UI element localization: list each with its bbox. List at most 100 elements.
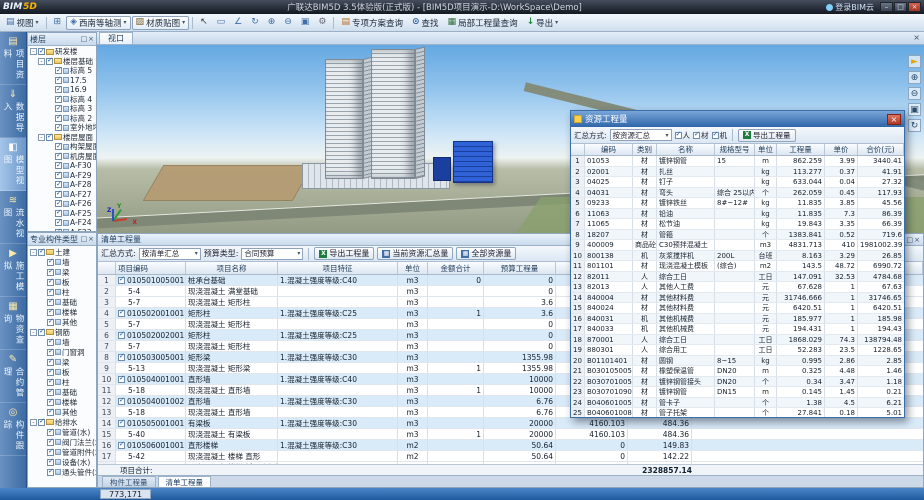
- zoomout-button[interactable]: ⊖: [280, 16, 296, 30]
- column-header[interactable]: 编码: [585, 144, 633, 155]
- checkbox[interactable]: ✓: [47, 349, 54, 356]
- checkbox[interactable]: ✓: [55, 143, 62, 150]
- tree-item[interactable]: ✓17.5: [28, 76, 96, 86]
- checkbox[interactable]: ✓: [38, 48, 45, 55]
- checkbox[interactable]: ✓: [118, 442, 125, 449]
- tree-item[interactable]: ✓楼梯: [28, 397, 96, 407]
- checkbox[interactable]: ✓: [118, 354, 125, 361]
- expander-icon[interactable]: -: [38, 58, 45, 65]
- resource-row[interactable]: 17840033机其他机械费元194.4311194.43: [571, 324, 904, 335]
- orbit-button[interactable]: ↻: [247, 16, 263, 30]
- close-button[interactable]: ×: [887, 114, 901, 125]
- checkbox[interactable]: ✓: [118, 310, 125, 317]
- checkbox[interactable]: ✓: [55, 77, 62, 84]
- viewport-close-icon[interactable]: ×: [913, 32, 920, 44]
- column-header[interactable]: 单价: [825, 144, 858, 155]
- bottom-tab[interactable]: 构件工程量: [102, 476, 156, 487]
- checkbox[interactable]: ✓: [55, 191, 62, 198]
- tree-item[interactable]: ✓基础: [28, 387, 96, 397]
- tree-item[interactable]: ✓A-F27: [28, 190, 96, 200]
- checkbox[interactable]: ✓: [55, 124, 62, 131]
- checkbox[interactable]: ✓: [55, 229, 62, 231]
- sidebar-tab-target[interactable]: ◎构件跟踪: [0, 403, 26, 456]
- resource-row[interactable]: 1282011人综合工日工日147.09132.534784.68: [571, 272, 904, 283]
- checkbox[interactable]: ✓: [118, 420, 125, 427]
- export-button[interactable]: ↓导出▾: [523, 16, 563, 30]
- resource-row[interactable]: 404031材弯头综合 25以内个262.0590.45117.93: [571, 188, 904, 199]
- checkbox[interactable]: ✓: [55, 115, 62, 122]
- sidebar-tab-boxes[interactable]: ▦物资查询: [0, 297, 26, 350]
- column-header[interactable]: 项目特征: [278, 262, 398, 274]
- resource-row[interactable]: 711065材松节油kg19.8433.3566.39: [571, 219, 904, 230]
- minimize-button[interactable]: –: [880, 2, 893, 12]
- tree-item[interactable]: ✓柱: [28, 377, 96, 387]
- column-header[interactable]: 规格型号: [715, 144, 755, 155]
- checkbox[interactable]: ✓: [118, 398, 125, 405]
- zoomout-icon[interactable]: ⊖: [908, 87, 921, 100]
- checkbox[interactable]: ✓: [47, 279, 54, 286]
- close-icon[interactable]: [914, 236, 920, 244]
- filter-checkbox[interactable]: ✓材: [693, 130, 709, 141]
- column-header[interactable]: 合价(元): [858, 144, 904, 155]
- checkbox[interactable]: ✓: [47, 299, 54, 306]
- resource-row[interactable]: 24B040601005材管卡子个1.384.56.21: [571, 398, 904, 409]
- tree-item[interactable]: ✓A-F28: [28, 180, 96, 190]
- pin-icon[interactable]: [81, 35, 88, 43]
- tree-item[interactable]: ✓机房屋面: [28, 152, 96, 162]
- checkbox[interactable]: ✓: [55, 67, 62, 74]
- resource-summary-select[interactable]: 按资源汇总▾: [610, 129, 672, 141]
- tree-item[interactable]: ✓梁: [28, 267, 96, 277]
- column-header[interactable]: 名称: [657, 144, 715, 155]
- checkbox[interactable]: ✓: [55, 172, 62, 179]
- column-header[interactable]: 金额合计: [428, 262, 484, 274]
- resource-row[interactable]: 202001材扎丝kg113.2770.3741.91: [571, 167, 904, 178]
- tree-item[interactable]: ✓门窗洞: [28, 347, 96, 357]
- filter-checkbox[interactable]: ✓机: [712, 130, 728, 141]
- column-header[interactable]: 项目编码: [116, 262, 186, 274]
- checkbox[interactable]: ✓: [55, 181, 62, 188]
- tree-item[interactable]: ✓通头管件(水): [28, 467, 96, 477]
- resource-row[interactable]: 101053材镀锌钢管15m862.2593.993440.41: [571, 156, 904, 167]
- checkbox[interactable]: ✓: [47, 449, 54, 456]
- material-button[interactable]: ▨材质贴图▾: [132, 16, 190, 30]
- checkbox[interactable]: ✓: [47, 409, 54, 416]
- sidebar-tab-doc[interactable]: ▤项目资料: [0, 32, 26, 85]
- tree-item[interactable]: ✓板: [28, 277, 96, 287]
- checkbox[interactable]: ✓: [118, 332, 125, 339]
- budget-type-select[interactable]: 合同预算▾: [241, 248, 303, 260]
- tree-item[interactable]: ✓墙: [28, 337, 96, 347]
- checkbox[interactable]: ✓: [47, 429, 54, 436]
- tree-item[interactable]: ✓标高 5: [28, 66, 96, 76]
- cursor-button[interactable]: ↖: [196, 16, 212, 30]
- column-header[interactable]: 工程量: [777, 144, 825, 155]
- export-quantity-button[interactable]: X导出工程量: [738, 129, 796, 142]
- fit-button[interactable]: ▣: [297, 16, 314, 30]
- checkbox[interactable]: ✓: [55, 153, 62, 160]
- pin-icon[interactable]: [81, 235, 88, 243]
- checkbox[interactable]: ✓: [55, 162, 62, 169]
- table-row[interactable]: 155-40现浇混凝土 有梁板m31200004160.103484.36: [98, 429, 923, 440]
- grid-button[interactable]: ⊞: [50, 16, 66, 30]
- checkbox[interactable]: ✓: [47, 309, 54, 316]
- resource-row[interactable]: 15840024材其他材料费元6420.5116420.51: [571, 303, 904, 314]
- doc-button[interactable]: ▤专项方案查询: [337, 16, 407, 30]
- checkbox[interactable]: ✓: [47, 289, 54, 296]
- resource-window-titlebar[interactable]: 资源工程量 ×: [571, 111, 904, 127]
- tree-item[interactable]: -✓给排水: [28, 417, 96, 427]
- checkbox[interactable]: ✓: [47, 259, 54, 266]
- checkbox[interactable]: ✓: [47, 399, 54, 406]
- pin-icon[interactable]: [907, 236, 914, 244]
- tab-viewport[interactable]: 视口: [99, 32, 133, 44]
- checkbox[interactable]: ✓: [55, 210, 62, 217]
- checkbox[interactable]: ✓: [38, 419, 45, 426]
- checkbox[interactable]: ✓: [47, 269, 54, 276]
- filter-checkbox[interactable]: ✓人: [675, 130, 691, 141]
- expander-icon[interactable]: -: [30, 419, 37, 426]
- sidebar-tab-imp[interactable]: ⇓数据导入: [0, 85, 26, 138]
- tree-item[interactable]: ✓A-F25: [28, 209, 96, 219]
- table-button[interactable]: ▦全部资源量: [456, 247, 516, 260]
- checkbox[interactable]: ✓: [47, 389, 54, 396]
- resource-row[interactable]: 10800138机灰浆搅拌机200L台班8.1633.2926.85: [571, 251, 904, 262]
- checkbox[interactable]: ✓: [55, 219, 62, 226]
- close-button[interactable]: ×: [908, 2, 921, 12]
